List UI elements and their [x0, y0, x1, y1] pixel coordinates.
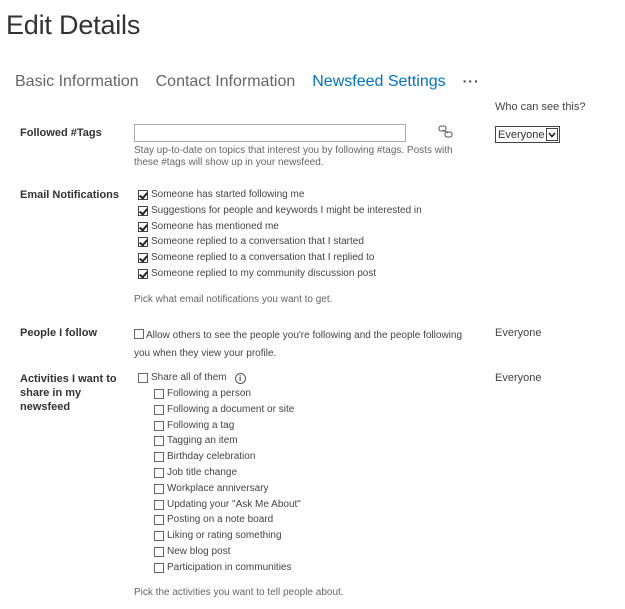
activity-label: Participation in communities	[167, 561, 292, 573]
activity-item: Following a tag	[154, 420, 234, 432]
activity-label: Liking or rating something	[167, 530, 282, 542]
email-notification-label: Someone replied to my community discussi…	[151, 268, 377, 279]
activity-checkbox[interactable]	[154, 515, 164, 526]
email-notification-label: Someone replied to a conversation that I…	[151, 236, 364, 248]
tab-bar: Basic Information Contact Information Ne…	[15, 73, 480, 91]
email-notification-item: Someone replied to my community discussi…	[138, 268, 376, 280]
activity-item: Liking or rating something	[154, 530, 282, 542]
activities-label: Activities I want to share in my newsfee…	[20, 373, 117, 413]
activity-item: Following a document or site	[154, 404, 294, 416]
followed-tags-input[interactable]	[134, 124, 406, 142]
activity-label: Workplace anniversary	[167, 482, 269, 494]
email-notification-item: Someone has started following me	[138, 189, 304, 201]
email-notification-item: Suggestions for people and keywords I mi…	[138, 205, 422, 217]
activity-checkbox[interactable]	[154, 404, 164, 415]
activities-visibility-value: Everyone	[495, 372, 542, 384]
activity-label: Posting on a note board	[167, 514, 274, 526]
activity-label: Following a tag	[167, 419, 235, 431]
activity-label: New blog post	[167, 546, 231, 557]
activity-item: Job title change	[154, 467, 237, 479]
activity-checkbox[interactable]	[154, 420, 164, 431]
activity-label: Updating your "Ask Me About"	[167, 498, 301, 510]
activity-item: Participation in communities	[154, 562, 292, 574]
email-notification-checkbox[interactable]	[138, 253, 148, 264]
people-i-follow-label: People I follow	[20, 327, 98, 339]
tags-visibility-value: Everyone	[498, 128, 545, 141]
people-following-text: Allow others to see the people you're fo…	[134, 330, 463, 359]
email-notification-checkbox[interactable]	[138, 190, 148, 200]
tab-basic-information[interactable]: Basic Information	[15, 73, 139, 91]
activity-item: Posting on a note board	[154, 514, 273, 526]
activity-label: Following a person	[167, 388, 251, 399]
activity-label: Job title change	[167, 467, 238, 478]
email-notification-checkbox[interactable]	[138, 205, 148, 216]
activity-label: Following a document or site	[167, 403, 295, 415]
people-following-checkbox[interactable]	[134, 329, 144, 339]
visibility-header: Who can see this?	[495, 101, 586, 113]
tags-browse-icon[interactable]	[438, 125, 454, 139]
activity-label: Birthday celebration	[167, 451, 256, 463]
email-notification-label: Someone replied to a conversation that I…	[151, 252, 375, 264]
tab-newsfeed-settings[interactable]: Newsfeed Settings	[312, 73, 445, 91]
email-notification-label: Someone has mentioned me	[151, 220, 279, 232]
share-all-option: Share all of them i	[138, 372, 246, 384]
activity-label: Tagging an item	[167, 435, 238, 447]
share-all-label: Share all of them	[151, 372, 227, 383]
more-tabs-button[interactable]: ···	[463, 73, 480, 89]
activity-item: Workplace anniversary	[154, 483, 269, 495]
email-notification-label: Suggestions for people and keywords I mi…	[151, 204, 422, 216]
activity-item: New blog post	[154, 546, 230, 558]
activity-item: Updating your "Ask Me About"	[154, 499, 301, 511]
activity-checkbox[interactable]	[154, 531, 164, 542]
email-notification-item: Someone replied to a conversation that I…	[138, 252, 374, 264]
activity-item: Birthday celebration	[154, 451, 255, 463]
followed-tags-label: Followed #Tags	[20, 127, 102, 139]
people-following-option: Allow others to see the people you're fo…	[134, 327, 479, 363]
activity-checkbox[interactable]	[154, 468, 164, 478]
email-notification-label: Someone has started following me	[151, 189, 305, 200]
activity-checkbox[interactable]	[154, 547, 164, 557]
activity-checkbox[interactable]	[154, 452, 164, 463]
share-all-checkbox[interactable]	[138, 373, 148, 383]
activity-item: Tagging an item	[154, 435, 238, 447]
activities-help: Pick the activities you want to tell peo…	[134, 587, 344, 598]
tags-visibility-select[interactable]: Everyone	[495, 126, 560, 143]
email-notification-item: Someone replied to a conversation that I…	[138, 236, 364, 248]
people-visibility-value: Everyone	[495, 327, 542, 339]
page-title: Edit Details	[6, 10, 141, 40]
chevron-down-icon	[546, 128, 558, 141]
email-notification-checkbox[interactable]	[138, 269, 148, 279]
email-notification-checkbox[interactable]	[138, 237, 148, 248]
activity-checkbox[interactable]	[154, 562, 164, 573]
activity-checkbox[interactable]	[154, 436, 164, 447]
activity-checkbox[interactable]	[154, 389, 164, 399]
activity-checkbox[interactable]	[154, 483, 164, 494]
email-notification-item: Someone has mentioned me	[138, 221, 279, 233]
tab-contact-information[interactable]: Contact Information	[156, 73, 296, 91]
activity-checkbox[interactable]	[154, 499, 164, 510]
email-notifications-label: Email Notifications	[20, 189, 120, 201]
email-notification-checkbox[interactable]	[138, 221, 148, 232]
activity-item: Following a person	[154, 388, 251, 400]
email-notifications-help: Pick what email notifications you want t…	[134, 294, 333, 305]
followed-tags-help: Stay up-to-date on topics that interest …	[134, 145, 453, 168]
info-icon[interactable]: i	[234, 372, 246, 384]
